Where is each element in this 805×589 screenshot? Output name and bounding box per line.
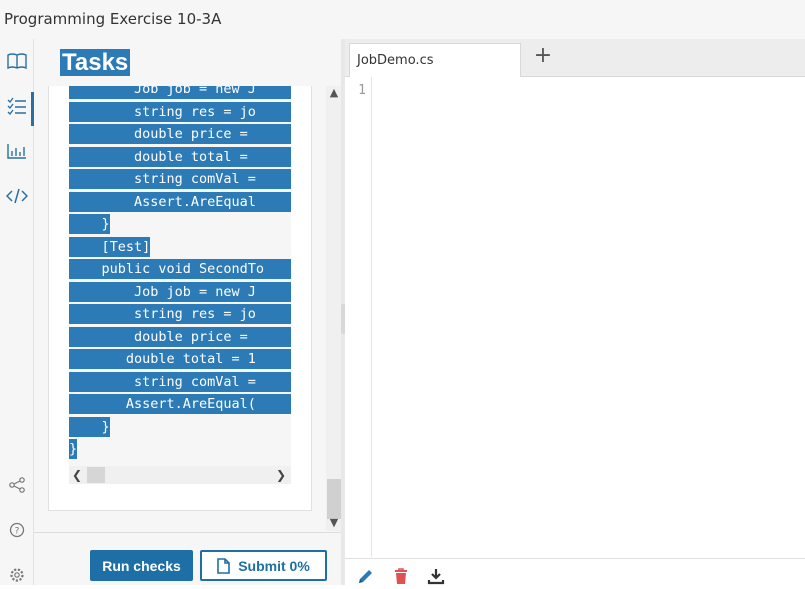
code-line: } xyxy=(69,214,110,234)
code-line: double total = xyxy=(69,146,291,167)
code-line: double price = xyxy=(69,326,291,347)
code-line: string res = jo xyxy=(69,101,291,122)
submit-button[interactable]: Submit 0% xyxy=(200,550,327,581)
chart-icon[interactable] xyxy=(0,137,34,165)
code-line: string res = jo xyxy=(69,304,291,324)
tasks-list-icon[interactable] xyxy=(0,92,34,120)
code-line: Job job = new J xyxy=(69,86,291,99)
horizontal-scrollbar[interactable]: ❮ ❯ xyxy=(69,466,291,484)
code-line: string comVal = xyxy=(69,371,291,392)
code-line: Assert.AreEqual( xyxy=(69,394,291,414)
scroll-up-icon[interactable]: ▲ xyxy=(326,86,342,99)
code-line: } xyxy=(69,416,110,437)
share-icon[interactable] xyxy=(0,471,34,499)
add-file-button[interactable]: + xyxy=(533,43,553,69)
trash-icon[interactable] xyxy=(392,567,410,585)
download-icon[interactable] xyxy=(427,567,445,585)
vertical-scroll-thumb[interactable] xyxy=(327,479,341,519)
submit-label: Submit 0% xyxy=(238,557,310,574)
code-line: public void SecondTo xyxy=(69,259,291,279)
code-line: Job job = new J xyxy=(69,281,291,302)
pencil-icon[interactable] xyxy=(357,567,375,585)
help-icon[interactable]: ? xyxy=(0,516,34,544)
code-icon[interactable] xyxy=(0,182,34,210)
tab-jobdemo[interactable]: JobDemo.cs xyxy=(349,43,521,77)
tasks-heading: Tasks xyxy=(60,49,131,76)
code-line: [Test] xyxy=(69,236,151,257)
tasks-action-bar: Run checks Submit 0% xyxy=(34,532,344,585)
horizontal-scroll-thumb[interactable] xyxy=(87,467,105,483)
task-card: Job job = new J string res = jo double p… xyxy=(48,86,312,511)
scroll-right-icon[interactable]: ❯ xyxy=(273,466,289,484)
editor-text-area[interactable] xyxy=(373,77,805,557)
tab-label: JobDemo.cs xyxy=(357,53,434,68)
icon-rail: ? xyxy=(0,39,34,585)
code-line: double price = xyxy=(69,124,291,144)
editor-toolbar xyxy=(345,558,805,585)
run-checks-button[interactable]: Run checks xyxy=(90,550,193,581)
svg-text:?: ? xyxy=(15,527,20,537)
editor-tab-bar: JobDemo.cs + xyxy=(345,39,805,77)
code-line: } xyxy=(69,439,78,459)
code-editor: JobDemo.cs + 1 xyxy=(345,39,805,585)
document-icon xyxy=(217,557,231,574)
title-bar: Programming Exercise 10-3A xyxy=(0,0,805,39)
code-snippet[interactable]: Job job = new J string res = jo double p… xyxy=(69,86,291,466)
tasks-panel: Tasks Job job = new J string res = jo do… xyxy=(34,39,344,585)
book-icon[interactable] xyxy=(0,47,34,75)
line-number-gutter: 1 xyxy=(345,77,372,557)
code-line: Assert.AreEqual xyxy=(69,191,291,212)
code-line: string comVal = xyxy=(69,169,291,189)
window-title: Programming Exercise 10-3A xyxy=(4,10,222,28)
scroll-down-icon[interactable]: ▼ xyxy=(326,516,342,529)
vertical-scrollbar[interactable]: ▲ ▼ xyxy=(326,86,342,531)
line-number: 1 xyxy=(358,83,366,98)
scroll-left-icon[interactable]: ❮ xyxy=(69,466,85,484)
code-line: double total = 1 xyxy=(69,349,291,369)
